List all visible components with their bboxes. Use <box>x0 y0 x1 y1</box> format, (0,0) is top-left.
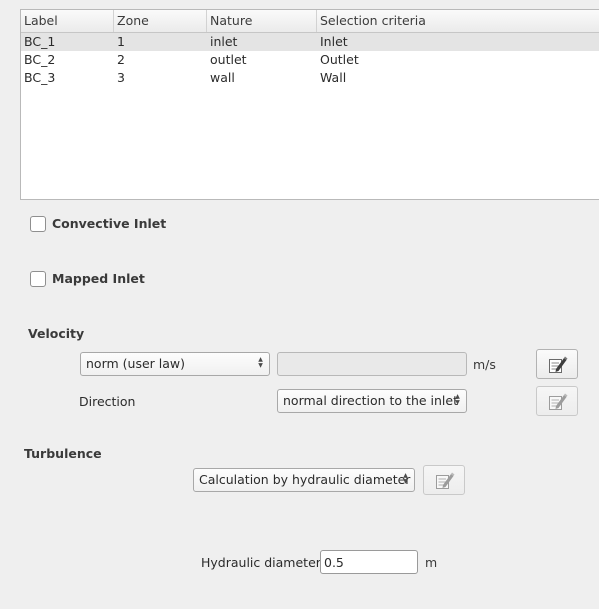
velocity-mode-value: norm (user law) <box>86 356 185 371</box>
column-header-label[interactable]: Label <box>21 10 114 32</box>
direction-select[interactable]: normal direction to the inlet ▲ ▼ <box>277 389 467 413</box>
table-row[interactable]: BC_3 3 wall Wall <box>21 69 599 87</box>
formula-editor-icon <box>549 393 568 410</box>
cell-nature: inlet <box>210 34 238 49</box>
velocity-value-field[interactable] <box>277 352 467 376</box>
velocity-unit: m/s <box>473 357 496 372</box>
spinner-arrows-icon: ▲ ▼ <box>403 472 408 485</box>
cell-label: BC_1 <box>24 34 56 49</box>
direction-value: normal direction to the inlet <box>283 393 458 408</box>
column-header-selection-criteria[interactable]: Selection criteria <box>317 10 599 32</box>
direction-label: Direction <box>79 394 136 409</box>
cell-selection-criteria: Inlet <box>320 34 348 49</box>
cell-label: BC_2 <box>24 52 56 67</box>
cell-selection-criteria: Wall <box>320 70 347 85</box>
turbulence-formula-button[interactable] <box>423 465 465 495</box>
cell-label: BC_3 <box>24 70 56 85</box>
turbulence-section-title: Turbulence <box>24 446 102 461</box>
cell-zone: 3 <box>117 70 125 85</box>
turbulence-mode-value: Calculation by hydraulic diameter <box>199 472 411 487</box>
direction-formula-button[interactable] <box>536 386 578 416</box>
formula-editor-icon <box>549 356 568 373</box>
spinner-arrows-icon: ▲ ▼ <box>455 393 460 406</box>
hydraulic-diameter-unit: m <box>425 555 438 570</box>
column-header-zone[interactable]: Zone <box>114 10 207 32</box>
cell-zone: 1 <box>117 34 125 49</box>
boundary-zones-table[interactable]: Label Zone Nature Selection criteria BC_… <box>20 9 599 200</box>
table-header: Label Zone Nature Selection criteria <box>21 10 599 33</box>
hydraulic-diameter-input[interactable] <box>321 551 417 573</box>
table-row[interactable]: BC_1 1 inlet Inlet <box>21 33 599 51</box>
cell-zone: 2 <box>117 52 125 67</box>
convective-inlet-checkbox[interactable] <box>30 216 46 232</box>
table-row[interactable]: BC_2 2 outlet Outlet <box>21 51 599 69</box>
cell-nature: outlet <box>210 52 247 67</box>
column-header-nature[interactable]: Nature <box>207 10 317 32</box>
velocity-section-title: Velocity <box>28 326 85 341</box>
convective-inlet-label: Convective Inlet <box>52 216 167 231</box>
formula-editor-icon <box>436 472 455 489</box>
turbulence-mode-select[interactable]: Calculation by hydraulic diameter ▲ ▼ <box>193 468 415 492</box>
velocity-formula-button[interactable] <box>536 349 578 379</box>
cell-nature: wall <box>210 70 235 85</box>
hydraulic-diameter-label: Hydraulic diameter <box>201 555 321 570</box>
mapped-inlet-checkbox[interactable] <box>30 271 46 287</box>
spinner-arrows-icon: ▲ ▼ <box>258 356 263 369</box>
velocity-value-input[interactable] <box>278 353 466 375</box>
cell-selection-criteria: Outlet <box>320 52 359 67</box>
velocity-mode-select[interactable]: norm (user law) ▲ ▼ <box>80 352 270 376</box>
hydraulic-diameter-field[interactable] <box>320 550 418 574</box>
mapped-inlet-label: Mapped Inlet <box>52 271 145 286</box>
